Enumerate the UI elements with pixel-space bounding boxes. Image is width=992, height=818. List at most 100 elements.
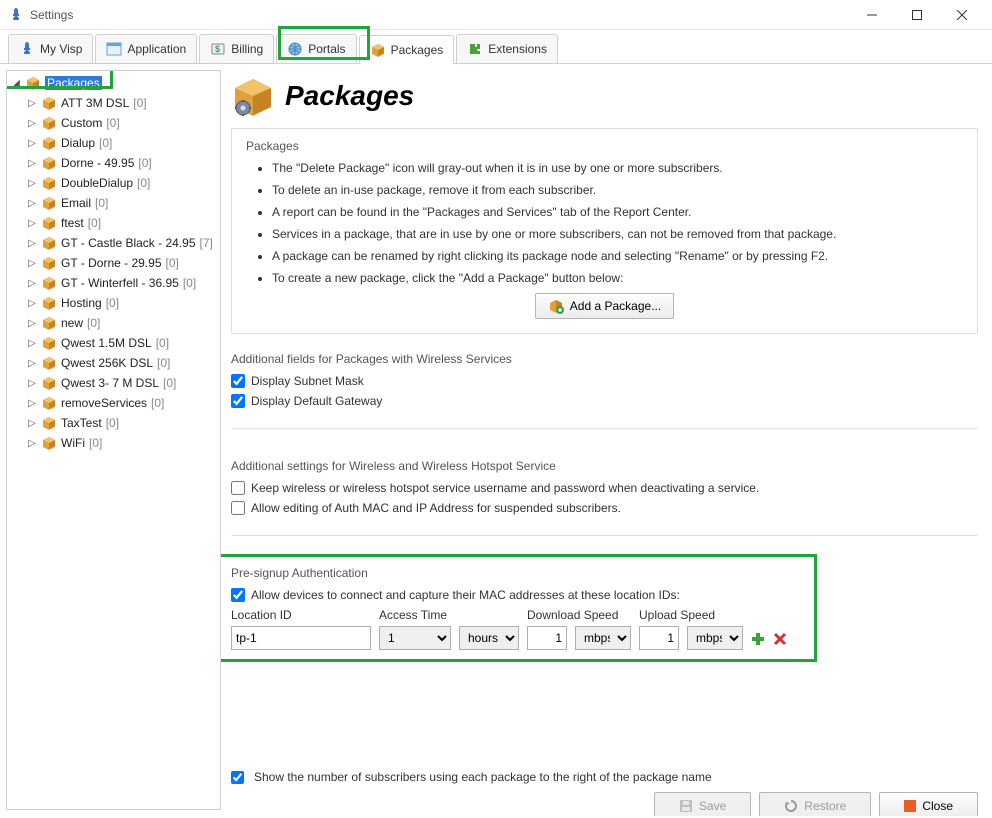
expand-icon[interactable]: ▷ — [27, 278, 37, 288]
tree-item[interactable]: ▷GT - Castle Black - 24.95 [7] — [7, 233, 220, 253]
expand-icon[interactable]: ▷ — [27, 298, 37, 308]
collapse-icon[interactable]: ◢ — [11, 78, 21, 88]
tree-item-count: [0] — [137, 176, 150, 190]
tab-billing[interactable]: $ Billing — [199, 34, 274, 63]
tree-item[interactable]: ▷Dorne - 49.95 [0] — [7, 153, 220, 173]
section-title: Pre-signup Authentication — [231, 566, 978, 580]
tree-item-count: [0] — [106, 296, 119, 310]
presignup-section: Pre-signup Authentication Allow devices … — [231, 554, 978, 664]
restore-icon — [784, 799, 798, 813]
package-icon — [41, 335, 57, 351]
tab-portals[interactable]: Portals — [276, 34, 356, 63]
expand-icon[interactable]: ▷ — [27, 178, 37, 188]
download-speed-input[interactable] — [527, 626, 567, 650]
bullet-text: Services in a package, that are in use b… — [272, 227, 963, 241]
expand-icon[interactable]: ▷ — [27, 98, 37, 108]
save-icon — [679, 799, 693, 813]
tree-item[interactable]: ▷Dialup [0] — [7, 133, 220, 153]
tree-item-count: [0] — [157, 356, 170, 370]
close-button[interactable]: Close — [879, 792, 978, 816]
expand-icon[interactable]: ▷ — [27, 438, 37, 448]
tree-item-label: TaxTest — [61, 416, 102, 430]
maximize-button[interactable] — [894, 1, 939, 29]
package-icon — [370, 42, 386, 58]
expand-icon[interactable]: ▷ — [27, 318, 37, 328]
tree-item[interactable]: ▷ATT 3M DSL [0] — [7, 93, 220, 113]
checkbox-label: Show the number of subscribers using eac… — [254, 770, 712, 784]
location-id-input[interactable] — [231, 626, 371, 650]
tree-item-label: Qwest 3- 7 M DSL — [61, 376, 159, 390]
expand-icon[interactable]: ▷ — [27, 198, 37, 208]
tree-item-label: WiFi — [61, 436, 85, 450]
restore-button[interactable]: Restore — [759, 792, 871, 816]
checkbox-label: Allow devices to connect and capture the… — [251, 588, 680, 602]
tab-application[interactable]: Application — [95, 34, 197, 63]
tree-item[interactable]: ▷Qwest 256K DSL [0] — [7, 353, 220, 373]
expand-icon[interactable]: ▷ — [27, 258, 37, 268]
tree-item-count: [0] — [87, 316, 100, 330]
tree-item[interactable]: ▷Qwest 3- 7 M DSL [0] — [7, 373, 220, 393]
tree-item-label: ATT 3M DSL — [61, 96, 129, 110]
access-time-unit-select[interactable]: hours — [459, 626, 519, 650]
tree-item[interactable]: ▷TaxTest [0] — [7, 413, 220, 433]
allow-edit-mac-checkbox[interactable] — [231, 501, 245, 515]
upload-unit-select[interactable]: mbps — [687, 626, 743, 650]
tree-item[interactable]: ▷Qwest 1.5M DSL [0] — [7, 333, 220, 353]
package-icon — [41, 415, 57, 431]
expand-icon[interactable]: ▷ — [27, 398, 37, 408]
billing-icon: $ — [210, 41, 226, 57]
checkbox-label: Allow editing of Auth MAC and IP Address… — [251, 501, 621, 515]
tree-item[interactable]: ▷ftest [0] — [7, 213, 220, 233]
tab-label: Portals — [308, 42, 345, 56]
tree-item-label: Custom — [61, 116, 102, 130]
tree-item[interactable]: ▷GT - Dorne - 29.95 [0] — [7, 253, 220, 273]
upload-speed-input[interactable] — [639, 626, 679, 650]
tab-label: Packages — [391, 43, 444, 57]
tab-extensions[interactable]: Extensions — [456, 34, 558, 63]
close-window-button[interactable] — [939, 1, 984, 29]
subnet-mask-checkbox[interactable] — [231, 374, 245, 388]
location-id-label: Location ID — [231, 608, 371, 622]
show-subscriber-count-checkbox[interactable] — [231, 771, 244, 784]
tree-item[interactable]: ▷Hosting [0] — [7, 293, 220, 313]
package-icon — [41, 435, 57, 451]
access-time-value-select[interactable]: 1 — [379, 626, 451, 650]
expand-icon[interactable]: ▷ — [27, 138, 37, 148]
expand-icon[interactable]: ▷ — [27, 418, 37, 428]
expand-icon[interactable]: ▷ — [27, 378, 37, 388]
allow-devices-checkbox[interactable] — [231, 588, 245, 602]
tree-item[interactable]: ▷removeServices [0] — [7, 393, 220, 413]
tree-item[interactable]: ▷Email [0] — [7, 193, 220, 213]
minimize-button[interactable] — [849, 1, 894, 29]
tree-item-label: ftest — [61, 216, 84, 230]
expand-icon[interactable]: ▷ — [27, 118, 37, 128]
tree-item-label: Dorne - 49.95 — [61, 156, 134, 170]
bullet-text: A package can be renamed by right clicki… — [272, 249, 963, 263]
expand-icon[interactable]: ▷ — [27, 238, 37, 248]
tab-label: Extensions — [488, 42, 547, 56]
tree-item[interactable]: ▷WiFi [0] — [7, 433, 220, 453]
tab-myvisp[interactable]: My Visp — [8, 34, 93, 63]
tree-item[interactable]: ▷Custom [0] — [7, 113, 220, 133]
expand-icon[interactable]: ▷ — [27, 158, 37, 168]
tab-packages[interactable]: Packages — [359, 35, 455, 64]
tree-item-count: [0] — [183, 276, 196, 290]
tree-item[interactable]: ▷new [0] — [7, 313, 220, 333]
tree-root-packages[interactable]: ◢ Packages — [7, 73, 220, 93]
add-package-button[interactable]: Add a Package... — [535, 293, 674, 319]
tree-item[interactable]: ▷DoubleDialup [0] — [7, 173, 220, 193]
sidebar-tree[interactable]: ◢ Packages ▷ ATT 3M DSL [0] ▷ Custom [0] ▷ Di… — [6, 70, 221, 810]
package-icon — [41, 295, 57, 311]
delete-row-icon[interactable] — [773, 632, 787, 650]
tree-item[interactable]: ▷GT - Winterfell - 36.95 [0] — [7, 273, 220, 293]
expand-icon[interactable]: ▷ — [27, 338, 37, 348]
blank-label — [687, 608, 743, 622]
expand-icon[interactable]: ▷ — [27, 358, 37, 368]
expand-icon[interactable]: ▷ — [27, 218, 37, 228]
add-row-icon[interactable] — [751, 632, 765, 650]
download-unit-select[interactable]: mbps — [575, 626, 631, 650]
default-gateway-checkbox[interactable] — [231, 394, 245, 408]
keep-credentials-checkbox[interactable] — [231, 481, 245, 495]
save-button[interactable]: Save — [654, 792, 751, 816]
tree-item-label: Dialup — [61, 136, 95, 150]
